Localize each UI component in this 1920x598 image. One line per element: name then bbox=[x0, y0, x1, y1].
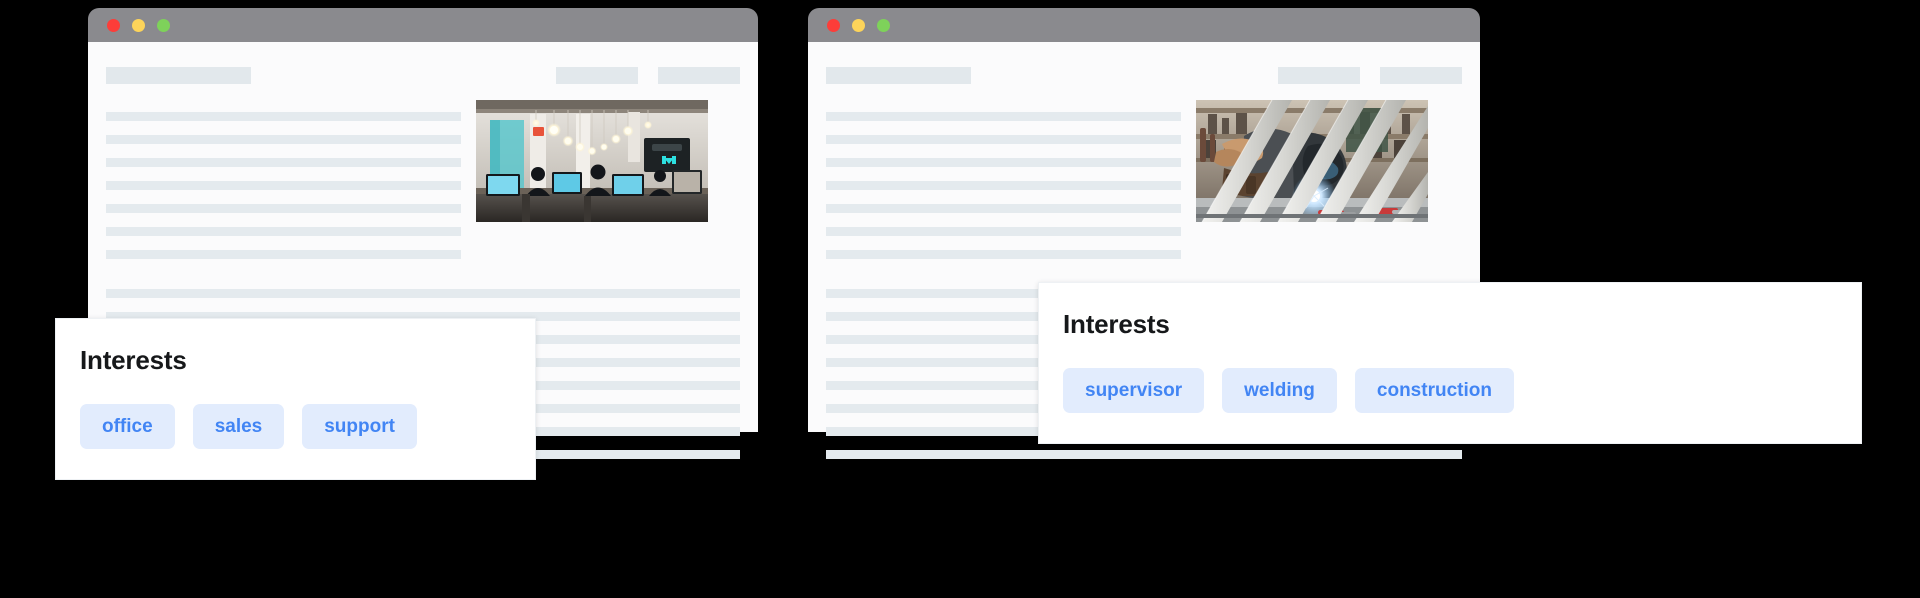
skeleton-line bbox=[106, 204, 461, 213]
skeleton-line bbox=[106, 289, 740, 298]
skeleton-line bbox=[106, 112, 461, 121]
screenshot-stage: Interests office sales support Interests… bbox=[0, 0, 1920, 598]
skeleton-line bbox=[826, 204, 1181, 213]
window-titlebar[interactable] bbox=[88, 8, 758, 42]
skeleton-line bbox=[826, 181, 1181, 190]
welding-photo-illustration bbox=[1196, 100, 1428, 222]
text-placeholder-column bbox=[826, 112, 1196, 273]
header-action-placeholder-1 bbox=[556, 66, 638, 84]
skeleton-line bbox=[106, 181, 461, 190]
tag-sales[interactable]: sales bbox=[192, 404, 285, 449]
close-button[interactable] bbox=[827, 18, 840, 32]
maximize-button[interactable] bbox=[877, 18, 890, 32]
skeleton-line bbox=[106, 250, 461, 259]
header-action-placeholder-2 bbox=[1380, 66, 1462, 84]
skeleton-line bbox=[826, 450, 1462, 459]
skeleton-line bbox=[826, 135, 1181, 144]
office-photo-illustration bbox=[476, 100, 708, 222]
interests-card-office: Interests office sales support bbox=[55, 318, 536, 480]
skeleton-line bbox=[106, 227, 461, 236]
office-workspace-photo bbox=[476, 100, 708, 222]
tag-support[interactable]: support bbox=[302, 404, 417, 449]
welding-workshop-photo bbox=[1196, 100, 1428, 222]
text-placeholder-column bbox=[106, 112, 476, 273]
tag-list: supervisor welding construction bbox=[1063, 368, 1837, 413]
maximize-button[interactable] bbox=[157, 18, 170, 32]
header-action-placeholder-1 bbox=[1278, 66, 1360, 84]
minimize-button[interactable] bbox=[132, 18, 145, 32]
skeleton-line bbox=[826, 158, 1181, 167]
tag-welding[interactable]: welding bbox=[1222, 368, 1337, 413]
card-title: Interests bbox=[1063, 309, 1170, 339]
interests-card-trades: Interests supervisor welding constructio… bbox=[1038, 282, 1862, 444]
tag-construction[interactable]: construction bbox=[1354, 368, 1514, 413]
header-title-placeholder bbox=[826, 66, 971, 84]
tag-supervisor[interactable]: supervisor bbox=[1063, 368, 1205, 413]
tag-list: office sales support bbox=[80, 404, 511, 449]
skeleton-line bbox=[106, 135, 461, 144]
header-title-placeholder bbox=[106, 66, 251, 84]
content-body bbox=[826, 100, 1462, 273]
content-header bbox=[106, 66, 740, 84]
skeleton-line bbox=[826, 227, 1181, 236]
card-title: Interests bbox=[80, 345, 187, 375]
minimize-button[interactable] bbox=[852, 18, 865, 32]
content-header bbox=[826, 66, 1462, 84]
skeleton-line bbox=[826, 250, 1181, 259]
skeleton-line bbox=[106, 158, 461, 167]
tag-office[interactable]: office bbox=[80, 404, 175, 449]
close-button[interactable] bbox=[107, 18, 120, 32]
content-body bbox=[106, 100, 740, 273]
window-titlebar[interactable] bbox=[808, 8, 1480, 42]
header-action-placeholder-2 bbox=[658, 66, 740, 84]
skeleton-line bbox=[826, 112, 1181, 121]
